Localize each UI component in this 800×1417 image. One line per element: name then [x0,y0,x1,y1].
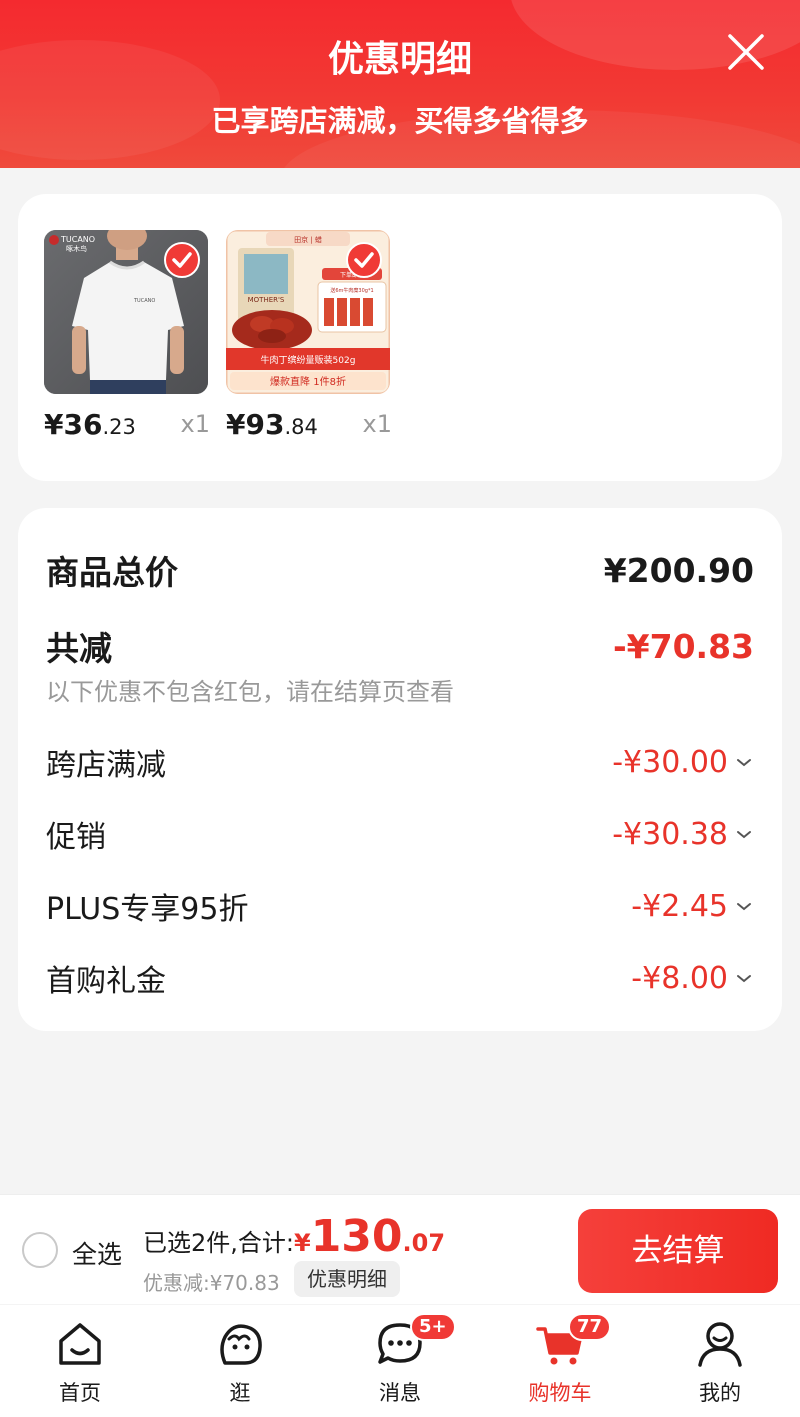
product-promo-text: 爆款直降 1件8折 [270,375,346,388]
promo-detail-header: 优惠明细 已享跨店满减，买得多省得多 [0,0,800,168]
checkout-bar: 全选 已选2件,合计: ¥ 130 .07 优惠减:¥70.83 优惠明细 去结… [0,1194,800,1304]
chevron-down-icon[interactable] [734,971,754,985]
tab-home[interactable]: 首页 [0,1305,160,1417]
price-decimal: .23 [102,415,136,439]
chevron-down-icon[interactable] [734,827,754,841]
tab-label: 逛 [229,1381,251,1405]
discount-row-plus[interactable]: PLUS专享95折 -¥2.45 [46,884,754,928]
products-card: TUCANO TUCANO 啄木鸟 ¥36.23 x1 田京 | 蜡 MOTHE… [18,194,782,481]
discount-row-first-purchase[interactable]: 首购礼金 -¥8.00 [46,956,754,1000]
discount-note: 以下优惠不包含红包，请在结算页查看 [46,678,454,706]
tab-browse[interactable]: 逛 [160,1305,320,1417]
total-reduction-value: -¥70.83 [612,626,754,666]
selected-count-label: 已选2件,合计: [143,1229,294,1257]
checkout-button[interactable]: 去结算 [578,1209,778,1293]
select-all-radio[interactable] [22,1232,58,1268]
tab-messages[interactable]: 5+ 消息 [320,1305,480,1417]
tab-label: 购物车 [528,1381,592,1405]
product-quantity: x1 [362,410,392,438]
discount-detail-button[interactable]: 优惠明细 [294,1261,400,1297]
package-brand-text: MOTHER'S [248,296,285,304]
brand-logo-text: TUCANO [60,235,95,244]
price-integer: ¥93 [226,408,285,441]
total-price-row: 商品总价 ¥200.90 [46,546,754,594]
tab-label: 我的 [699,1381,741,1405]
discount-row-cross-store[interactable]: 跨店满减 -¥30.00 [46,740,754,784]
discount-row-promotion[interactable]: 促销 -¥30.38 [46,812,754,856]
discount-label: 首购礼金 [46,964,166,999]
tab-label: 首页 [59,1381,101,1405]
price-decimal: .84 [284,415,318,439]
product-price: ¥93.84 [226,408,318,441]
brand-logo-subtext: 啄木鸟 [66,244,87,253]
discount-amount: 优惠减:¥70.83 [143,1271,280,1295]
close-icon[interactable] [726,32,766,72]
profile-icon [698,1322,742,1367]
product-caption-text: 牛肉丁缤纷量贩装502g [261,354,356,366]
gift-description-text: 送6m牛肉糜30g*1 [330,287,373,294]
discount-label: 促销 [46,820,106,855]
home-icon [59,1323,101,1365]
cart-badge: 77 [568,1313,612,1341]
chevron-down-icon[interactable] [734,899,754,913]
selected-check-icon[interactable] [346,242,382,278]
discount-label: PLUS专享95折 [46,892,249,927]
discount-value: -¥30.00 [612,744,728,780]
tab-label: 消息 [379,1381,421,1405]
shirt-logo-text: TUCANO [133,298,155,304]
total-price-label: 商品总价 [46,553,178,592]
product-top-text: 田京 | 蜡 [294,235,322,244]
selected-check-icon[interactable] [164,242,200,278]
discount-label: 跨店满减 [46,748,166,783]
total-decimal: .07 [402,1229,446,1257]
message-badge: 5+ [410,1313,456,1341]
chevron-down-icon[interactable] [734,755,754,769]
product-price: ¥36.23 [44,408,136,441]
total-integer: 130 [310,1211,403,1262]
discount-value: -¥8.00 [631,960,728,996]
discount-value: -¥30.38 [612,816,728,852]
total-price-value: ¥200.90 [603,550,754,590]
page-subtitle: 已享跨店满减，买得多省得多 [211,104,589,138]
discount-summary-card: 商品总价 ¥200.90 共减 -¥70.83 以下优惠不包含红包，请在结算页查… [18,508,782,1031]
tab-cart[interactable]: 77 购物车 [480,1305,640,1417]
total-summary: 已选2件,合计: ¥ 130 .07 [143,1211,445,1262]
browse-icon [220,1324,262,1365]
page-title: 优惠明细 [327,39,472,80]
price-integer: ¥36 [44,408,103,441]
tab-profile[interactable]: 我的 [640,1305,800,1417]
discount-value: -¥2.45 [631,888,728,924]
product-quantity: x1 [180,410,210,438]
total-reduction-row: 共减 -¥70.83 [46,622,754,670]
bottom-tab-bar: 首页 逛 5+ 消息 77 购物车 我的 [0,1305,800,1417]
total-currency: ¥ [293,1229,311,1257]
select-all-label[interactable]: 全选 [72,1235,122,1271]
total-reduction-label: 共减 [46,629,112,668]
